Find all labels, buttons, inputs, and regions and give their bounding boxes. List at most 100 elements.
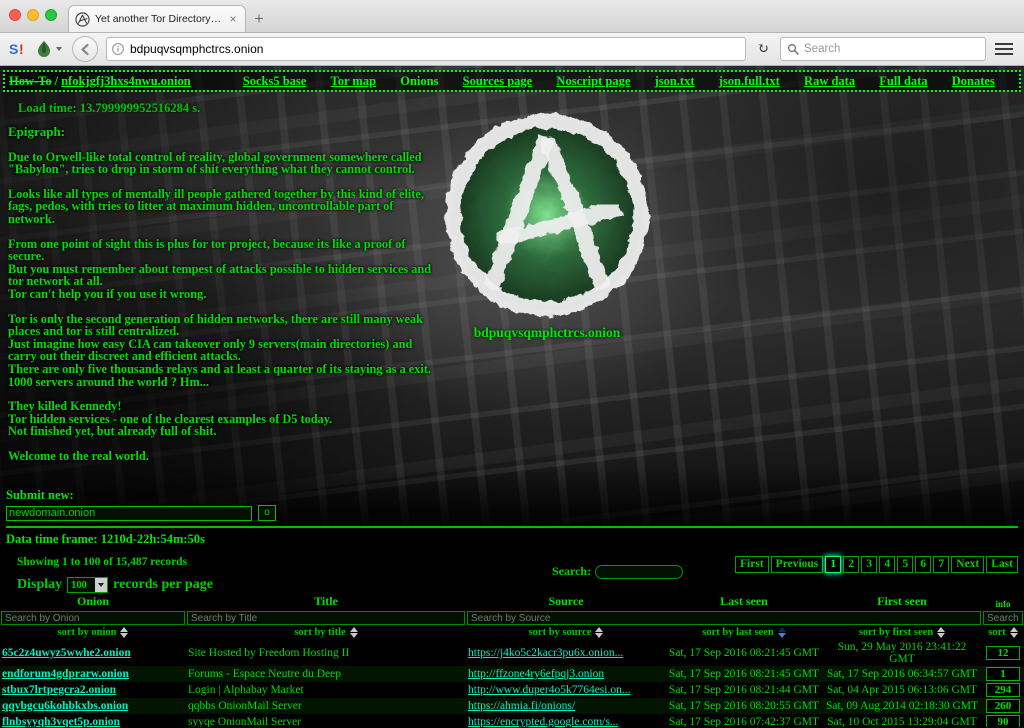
page-first-button[interactable]: First xyxy=(735,556,769,573)
sort-arrows-icon[interactable] xyxy=(595,627,603,638)
onion-shield-icon xyxy=(34,39,54,59)
sort-arrows-icon[interactable] xyxy=(120,627,128,638)
page-next-button[interactable]: Next xyxy=(951,556,984,573)
column-header-first-seen[interactable]: First seen xyxy=(822,594,982,610)
arrow-left-icon xyxy=(78,42,93,57)
table-search-input[interactable] xyxy=(595,565,683,579)
search-by-source-input[interactable] xyxy=(467,611,981,625)
search-by-title-input[interactable] xyxy=(187,611,465,625)
onion-link[interactable]: stbux7lrtpegcra2.onion xyxy=(2,684,116,696)
onion-link[interactable]: 65c2z4uwyz5wwhe2.onion xyxy=(2,647,131,659)
page-6-button[interactable]: 6 xyxy=(915,556,931,573)
onion-link[interactable]: endforum4gdprarw.onion xyxy=(2,668,129,680)
column-header-last-seen[interactable]: Last seen xyxy=(666,594,822,610)
page-7-button[interactable]: 7 xyxy=(933,556,949,573)
epigraph-paragraph-3: From one point of sight this is plus for… xyxy=(8,238,438,301)
source-link[interactable]: http://ffzone4ry6efpqj3.onion xyxy=(468,668,604,680)
howto-label: How-To xyxy=(9,74,52,89)
source-link[interactable]: http://www.duper4o5k7764esi.on... xyxy=(468,684,630,696)
onion-extension-button[interactable] xyxy=(34,39,62,59)
epigraph: Epigraph: Due to Orwell-like total contr… xyxy=(8,126,438,474)
address-bar[interactable]: bdpuqvsqmphctrcs.onion xyxy=(106,37,746,61)
page-3-button[interactable]: 3 xyxy=(861,556,877,573)
info-circle-icon[interactable] xyxy=(111,42,125,56)
row-info-badge[interactable]: 294 xyxy=(986,683,1020,697)
anarchy-a-icon xyxy=(75,12,90,27)
onion-link[interactable]: qqvbgcu6kohbkxbs.onion xyxy=(2,700,128,712)
new-tab-button[interactable]: + xyxy=(246,6,272,32)
source-link[interactable]: https://ahmia.fi/onions/ xyxy=(468,700,575,712)
howto-link[interactable]: nfokjgfj3hxs4nwu.onion xyxy=(61,74,191,89)
page-1-button[interactable]: 1 xyxy=(825,556,841,573)
nav-link-tor-map[interactable]: Tor map xyxy=(331,74,377,89)
browser-search-box[interactable]: Search xyxy=(780,37,986,61)
search-icon xyxy=(787,43,799,55)
sort-cell-title[interactable]: sort by title xyxy=(186,626,466,640)
table-row[interactable]: qqvbgcu6kohbkxbs.onion qqbbs OnionMail S… xyxy=(0,698,1024,714)
nav-link-json-full-txt[interactable]: json.full.txt xyxy=(719,74,780,89)
epigraph-paragraph-1: Due to Orwell-like total control of real… xyxy=(8,151,438,176)
sort-cell-source[interactable]: sort by source xyxy=(466,626,666,640)
records-per-page-value: 100 xyxy=(71,580,87,591)
search-by-onion-input[interactable] xyxy=(1,611,185,625)
sort-cell-onion[interactable]: sort by onion xyxy=(0,626,186,640)
page-last-button[interactable]: Last xyxy=(986,556,1018,573)
column-header-onion[interactable]: Onion xyxy=(0,594,186,610)
menu-button[interactable] xyxy=(992,37,1016,61)
row-last-seen: Sat, 17 Sep 2016 08:21:45 GMT xyxy=(666,640,822,666)
column-header-source[interactable]: Source xyxy=(466,594,666,610)
row-info-badge[interactable]: 1 xyxy=(986,667,1020,681)
table-search-control: Search: xyxy=(552,564,683,579)
table-row[interactable]: flnbsyyqh3vqet5p.onion syyqe OnionMail S… xyxy=(0,714,1024,727)
row-info-badge[interactable]: 260 xyxy=(986,699,1020,713)
sort-arrows-icon[interactable] xyxy=(1010,627,1018,638)
chevron-down-icon xyxy=(95,578,107,592)
reload-button[interactable]: ↻ xyxy=(752,38,774,60)
page-previous-button[interactable]: Previous xyxy=(771,556,824,573)
nav-link-raw-data[interactable]: Raw data xyxy=(804,74,855,89)
onion-link[interactable]: flnbsyyqh3vqet5p.onion xyxy=(2,716,120,727)
sort-cell-info[interactable]: sort xyxy=(982,626,1024,640)
sort-arrows-icon[interactable] xyxy=(350,627,358,638)
sort-arrows-icon[interactable] xyxy=(937,627,945,638)
source-link[interactable]: https://j4ko5c2kacr3pu6x.onion... xyxy=(468,647,623,659)
minimize-window-button[interactable] xyxy=(27,9,39,21)
close-icon[interactable]: × xyxy=(227,13,239,25)
nav-link-socks5-base[interactable]: Socks5 base xyxy=(243,74,307,89)
column-header-title[interactable]: Title xyxy=(186,594,466,610)
table-row[interactable]: endforum4gdprarw.onion Forums - Espace N… xyxy=(0,666,1024,682)
sort-by-first-seen-label: sort by first seen xyxy=(859,627,933,638)
anarchy-circle-a-logo xyxy=(432,100,662,330)
sort-cell-first-seen[interactable]: sort by first seen xyxy=(822,626,982,640)
close-window-button[interactable] xyxy=(9,9,21,21)
nav-link-json-txt[interactable]: json.txt xyxy=(655,74,695,89)
zoom-window-button[interactable] xyxy=(45,9,57,21)
submit-row: o xyxy=(6,505,276,521)
page-5-button[interactable]: 5 xyxy=(897,556,913,573)
nav-link-onions[interactable]: Onions xyxy=(400,74,438,89)
back-button[interactable] xyxy=(72,36,98,62)
submit-domain-input[interactable] xyxy=(6,506,252,521)
stumbleupon-icon[interactable]: S ! xyxy=(8,39,28,59)
table-row[interactable]: stbux7lrtpegcra2.onion Login | Alphabay … xyxy=(0,682,1024,698)
submit-go-button[interactable]: o xyxy=(258,505,276,521)
row-info-badge[interactable]: 90 xyxy=(986,715,1020,727)
nav-link-full-data[interactable]: Full data xyxy=(879,74,927,89)
row-info-badge[interactable]: 12 xyxy=(986,646,1020,660)
nav-link-donates[interactable]: Donates xyxy=(952,74,995,89)
nav-link-noscript-page[interactable]: Noscript page xyxy=(556,74,630,89)
column-header-info[interactable]: info xyxy=(982,594,1024,610)
table-row[interactable]: 65c2z4uwyz5wwhe2.onion Site Hosted by Fr… xyxy=(0,640,1024,666)
records-table-area: Showing 1 to 100 of 15,487 records Displ… xyxy=(0,550,1024,727)
page-2-button[interactable]: 2 xyxy=(843,556,859,573)
display-suffix-label: records per page xyxy=(113,577,213,593)
sort-arrows-icon[interactable] xyxy=(778,627,786,638)
search-by-info-input[interactable] xyxy=(983,611,1023,625)
window-controls[interactable] xyxy=(9,9,57,21)
nav-link-sources-page[interactable]: Sources page xyxy=(463,74,533,89)
records-per-page-select[interactable]: 100 xyxy=(67,577,108,593)
tab-tor-directory[interactable]: Yet another Tor Directory / ... × xyxy=(68,5,246,32)
sort-cell-last-seen[interactable]: sort by last seen xyxy=(666,626,822,640)
source-link[interactable]: https://encrypted.google.com/s... xyxy=(468,716,618,727)
page-4-button[interactable]: 4 xyxy=(879,556,895,573)
